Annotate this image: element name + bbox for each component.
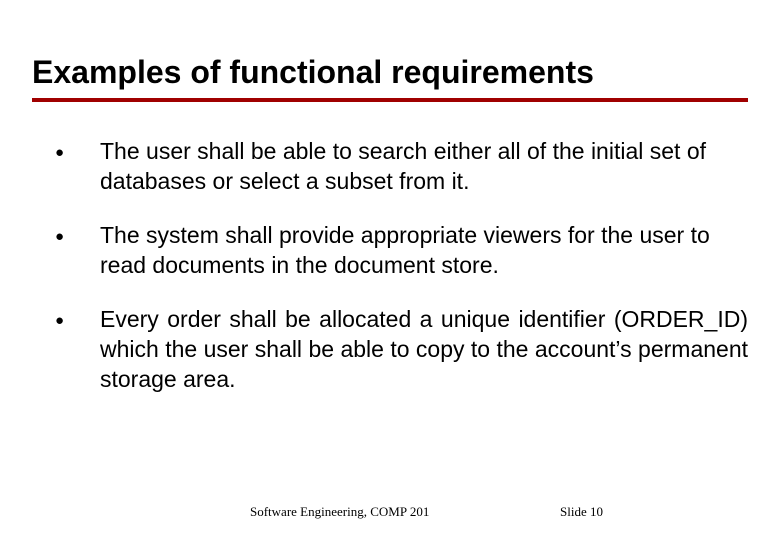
list-item-text: Every order shall be allocated a unique … bbox=[100, 304, 748, 394]
list-item-text: The system shall provide appropriate vie… bbox=[100, 220, 748, 280]
footer-course: Software Engineering, COMP 201 bbox=[250, 504, 429, 520]
slide-title: Examples of functional requirements bbox=[32, 54, 594, 91]
bullet-icon: ● bbox=[55, 136, 100, 168]
bullet-icon: ● bbox=[55, 220, 100, 252]
slide: Examples of functional requirements ● Th… bbox=[0, 0, 780, 540]
list-item: ● Every order shall be allocated a uniqu… bbox=[55, 304, 748, 394]
bullet-icon: ● bbox=[55, 304, 100, 336]
list-item-text: The user shall be able to search either … bbox=[100, 136, 748, 196]
slide-body: ● The user shall be able to search eithe… bbox=[55, 136, 748, 418]
list-item: ● The system shall provide appropriate v… bbox=[55, 220, 748, 280]
list-item: ● The user shall be able to search eithe… bbox=[55, 136, 748, 196]
footer-slide-number: Slide 10 bbox=[560, 504, 603, 520]
title-underline bbox=[32, 98, 748, 102]
